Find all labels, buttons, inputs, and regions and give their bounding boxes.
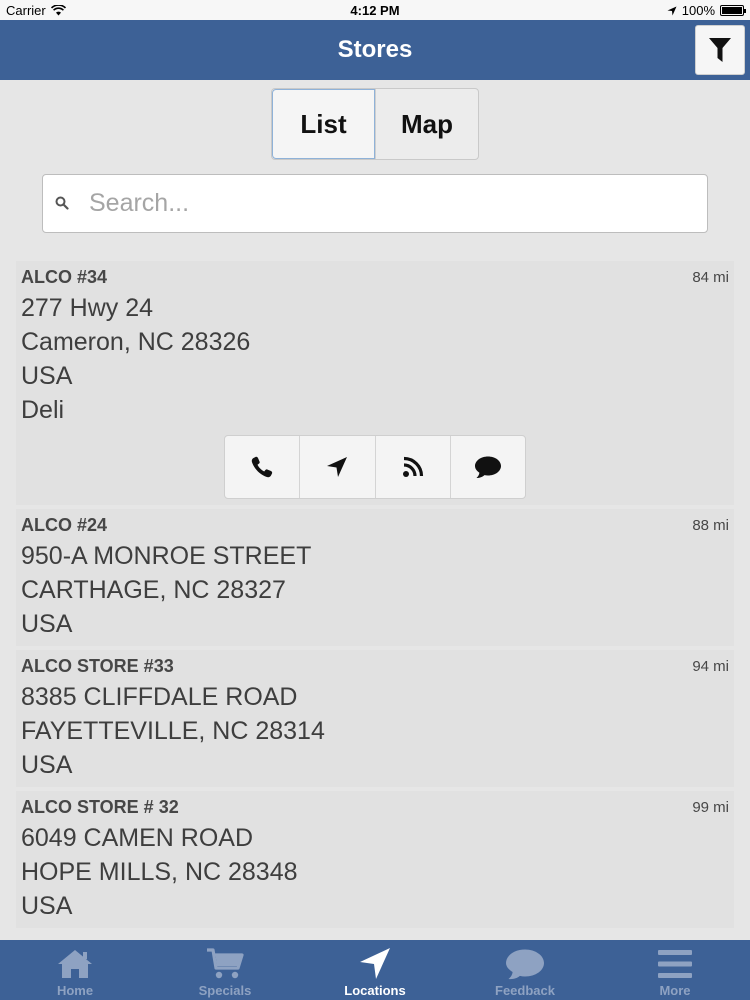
status-bar: Carrier 4:12 PM 100% bbox=[0, 0, 750, 20]
store-name: ALCO STORE #33 bbox=[21, 656, 174, 676]
home-icon bbox=[58, 950, 92, 978]
status-time: 4:12 PM bbox=[350, 3, 400, 18]
tab-bar: Home Specials Locations Feedback More bbox=[0, 940, 750, 1000]
tab-label: Feedback bbox=[495, 983, 555, 998]
message-button[interactable] bbox=[449, 436, 525, 498]
tab-label: More bbox=[659, 983, 691, 998]
address-line: CARTHAGE, NC 28327 bbox=[21, 576, 286, 604]
store-name: ALCO #34 bbox=[21, 267, 108, 287]
navigate-icon bbox=[327, 457, 348, 477]
tab-label: Home bbox=[56, 983, 94, 998]
address-line: USA bbox=[21, 610, 73, 638]
navigate-icon bbox=[360, 948, 390, 979]
store-distance: 84 mi bbox=[692, 269, 729, 286]
address-line: USA bbox=[21, 362, 73, 390]
store-item[interactable]: ALCO #24 88 mi 950-A MONROE STREET CARTH… bbox=[16, 509, 734, 646]
tab-locations[interactable]: Locations bbox=[300, 940, 450, 1000]
map-view-button[interactable]: Map bbox=[375, 89, 478, 159]
location-arrow-icon bbox=[667, 6, 677, 15]
address-line: Cameron, NC 28326 bbox=[21, 328, 251, 356]
search-input[interactable] bbox=[89, 175, 689, 232]
search-icon bbox=[55, 196, 69, 210]
chat-icon bbox=[506, 949, 544, 980]
tab-home[interactable]: Home bbox=[0, 940, 150, 1000]
address-line: HOPE MILLS, NC 28348 bbox=[21, 858, 298, 886]
address-line: FAYETTEVILLE, NC 28314 bbox=[21, 717, 325, 745]
store-department: Deli bbox=[21, 396, 65, 424]
store-address: 8385 CLIFFDALE ROAD FAYETTEVILLE, NC 283… bbox=[21, 680, 325, 782]
address-line: USA bbox=[21, 751, 73, 779]
nav-header: Stores bbox=[0, 20, 750, 80]
tab-more[interactable]: More bbox=[600, 940, 750, 1000]
store-item[interactable]: ALCO #34 84 mi 277 Hwy 24 Cameron, NC 28… bbox=[16, 261, 734, 505]
tab-label: Specials bbox=[198, 983, 252, 998]
rss-icon bbox=[402, 456, 423, 477]
list-view-button[interactable]: List bbox=[272, 89, 375, 159]
battery-level bbox=[722, 7, 742, 14]
filter-icon bbox=[709, 38, 731, 62]
address-line: 950-A MONROE STREET bbox=[21, 542, 312, 570]
search-box bbox=[42, 174, 708, 233]
store-distance: 94 mi bbox=[692, 658, 729, 675]
store-address: 277 Hwy 24 Cameron, NC 28326 USA Deli bbox=[21, 291, 250, 427]
store-address: 950-A MONROE STREET CARTHAGE, NC 28327 U… bbox=[21, 539, 311, 641]
tab-feedback[interactable]: Feedback bbox=[450, 940, 600, 1000]
store-name: ALCO #24 bbox=[21, 515, 108, 535]
call-button[interactable] bbox=[225, 436, 299, 498]
view-toggle: List Map bbox=[271, 88, 479, 160]
filter-button[interactable] bbox=[695, 25, 745, 75]
feed-button[interactable] bbox=[374, 436, 450, 498]
menu-icon bbox=[658, 950, 692, 978]
page-title: Stores bbox=[337, 36, 413, 63]
store-item[interactable]: ALCO STORE #33 94 mi 8385 CLIFFDALE ROAD… bbox=[16, 650, 734, 787]
address-line: USA bbox=[21, 892, 73, 920]
tab-specials[interactable]: Specials bbox=[150, 940, 300, 1000]
store-actions bbox=[224, 435, 526, 499]
store-distance: 88 mi bbox=[692, 517, 729, 534]
store-address: 6049 CAMEN ROAD HOPE MILLS, NC 28348 USA bbox=[21, 821, 298, 923]
store-item[interactable]: ALCO STORE # 32 99 mi 6049 CAMEN ROAD HO… bbox=[16, 791, 734, 928]
store-distance: 99 mi bbox=[692, 799, 729, 816]
chat-icon bbox=[474, 456, 501, 478]
phone-icon bbox=[251, 456, 273, 478]
address-line: 6049 CAMEN ROAD bbox=[21, 824, 254, 852]
battery-percent: 100% bbox=[681, 3, 715, 18]
address-line: 8385 CLIFFDALE ROAD bbox=[21, 683, 298, 711]
cart-icon bbox=[207, 948, 244, 979]
store-name: ALCO STORE # 32 bbox=[21, 797, 179, 817]
address-line: 277 Hwy 24 bbox=[21, 294, 154, 322]
directions-button[interactable] bbox=[299, 436, 374, 498]
tab-label: Locations bbox=[344, 983, 406, 998]
battery-icon bbox=[720, 5, 746, 16]
